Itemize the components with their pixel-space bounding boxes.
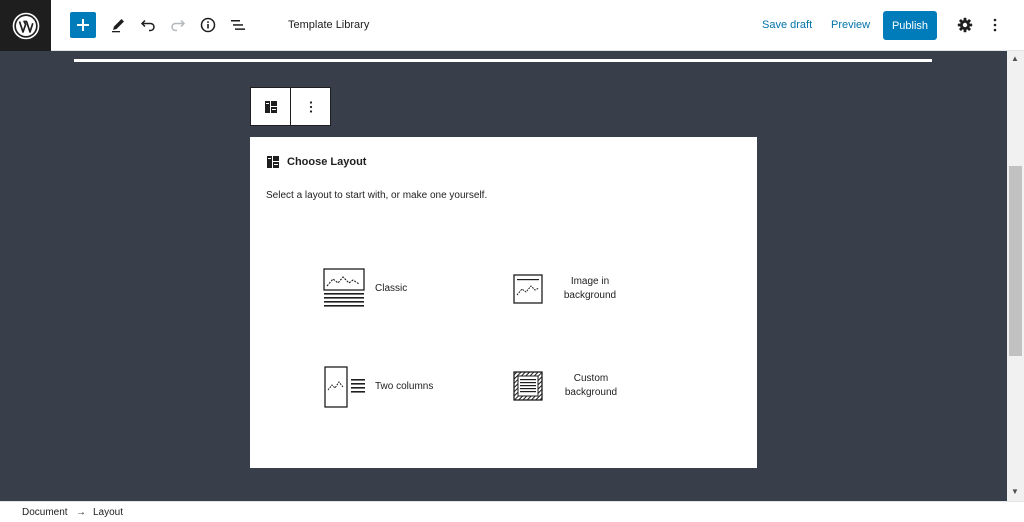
placeholder-description: Select a layout to start with, or make o…	[266, 190, 488, 201]
layout-grid-icon	[267, 156, 279, 168]
layout-placeholder: Choose Layout Select a layout to start w…	[250, 137, 757, 468]
layout-option-label: Two columns	[375, 381, 434, 392]
layout-option-two-columns[interactable]: Two columns	[324, 366, 433, 408]
info-button[interactable]	[195, 12, 221, 38]
add-block-button[interactable]	[70, 12, 96, 38]
layout-option-image-in-background[interactable]: Image in background	[513, 274, 620, 304]
gear-icon	[957, 17, 973, 33]
scroll-up-icon[interactable]: ▲	[1011, 55, 1019, 63]
layout-option-label: Classic	[375, 283, 408, 294]
separator-block[interactable]	[74, 59, 932, 62]
layout-option-classic[interactable]: Classic	[323, 268, 407, 310]
layout-option-label: Custom background	[564, 373, 618, 398]
editor-header: Template Library Save draft Preview Publ…	[0, 0, 1024, 51]
breadcrumb-separator: →	[76, 507, 86, 518]
layout-grid-icon	[264, 100, 277, 113]
info-icon	[200, 17, 216, 33]
redo-button[interactable]	[165, 12, 191, 38]
layout-option-custom-background[interactable]: Custom background	[513, 371, 622, 401]
scrollbar-thumb[interactable]	[1009, 166, 1022, 356]
more-vertical-icon	[993, 18, 997, 32]
outline-button[interactable]	[225, 12, 251, 38]
classic-layout-icon	[323, 268, 365, 307]
more-options-button[interactable]	[982, 12, 1008, 38]
custom-background-layout-icon	[513, 371, 543, 401]
vertical-scrollbar[interactable]: ▲ ▼	[1007, 51, 1024, 501]
scroll-down-icon[interactable]: ▼	[1011, 488, 1019, 496]
block-more-button[interactable]	[291, 88, 330, 125]
redo-icon	[171, 19, 186, 32]
settings-button[interactable]	[952, 12, 978, 38]
block-breadcrumb: Document → Layout	[0, 501, 1024, 522]
publish-button[interactable]: Publish	[883, 11, 937, 40]
layout-option-label: Image in background	[563, 276, 617, 301]
undo-button[interactable]	[135, 12, 161, 38]
tools-button[interactable]	[105, 12, 131, 38]
preview-button[interactable]: Preview	[831, 19, 870, 31]
block-toolbar	[250, 87, 331, 126]
plus-icon	[77, 19, 89, 31]
wordpress-logo-button[interactable]	[0, 0, 51, 51]
two-columns-layout-icon	[324, 366, 365, 408]
more-vertical-icon	[309, 100, 312, 113]
save-draft-button[interactable]: Save draft	[762, 19, 812, 31]
breadcrumb-layout[interactable]: Layout	[93, 507, 123, 518]
breadcrumb-document[interactable]: Document	[22, 507, 68, 518]
list-view-icon	[231, 20, 245, 30]
wordpress-logo-icon	[12, 12, 39, 39]
pencil-icon	[112, 19, 124, 33]
placeholder-heading: Choose Layout	[266, 155, 366, 169]
image-background-layout-icon	[513, 274, 543, 304]
document-title[interactable]: Template Library	[288, 19, 369, 31]
placeholder-title: Choose Layout	[287, 156, 367, 168]
editor-canvas: Choose Layout Select a layout to start w…	[0, 51, 1007, 501]
block-type-button[interactable]	[251, 88, 291, 125]
undo-icon	[140, 19, 155, 32]
